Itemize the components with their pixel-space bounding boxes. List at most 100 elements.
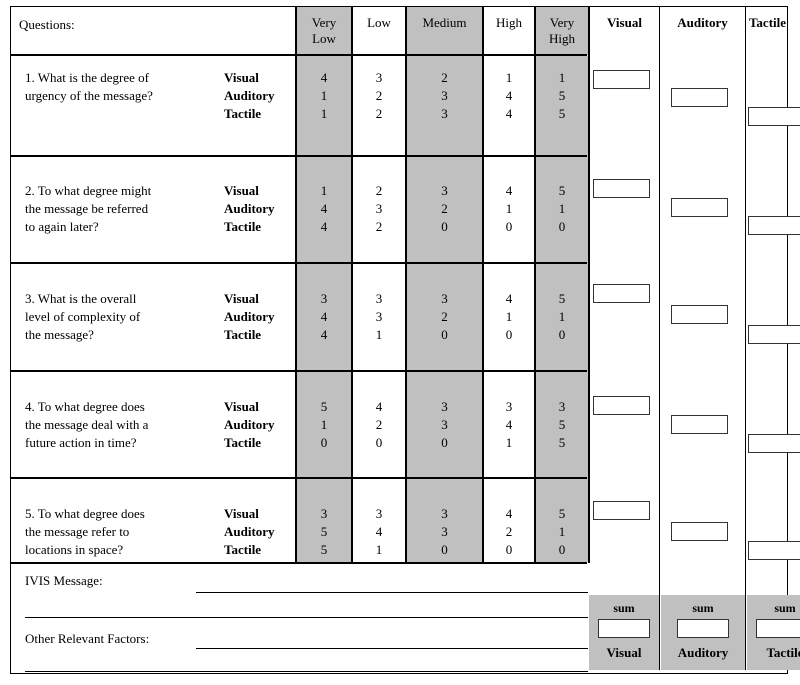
questions-column-header: Questions: (19, 17, 75, 32)
question-text-2: 2. To what degree might the message be r… (25, 183, 152, 234)
ivis-message-line-2[interactable] (25, 617, 588, 618)
modality-header-tactile: Tactile (748, 15, 787, 30)
rating-value: 5 (558, 88, 566, 103)
vrule-scale-right (588, 7, 590, 563)
ratings-q3-low: 3 3 1 (353, 290, 405, 344)
other-factors-line-1[interactable] (196, 648, 588, 649)
rating-value: 1 (320, 88, 328, 103)
row-rule-5 (11, 562, 587, 564)
answer-box-q1-tactile[interactable] (748, 107, 800, 126)
ratings-q2-medium: 3 2 0 (407, 182, 482, 236)
answer-box-q2-visual[interactable] (593, 179, 650, 198)
answer-box-q5-visual[interactable] (593, 501, 650, 520)
rating-value: 5 (558, 506, 566, 521)
rating-value: 0 (320, 435, 328, 450)
sum-label-tactile: sum (774, 601, 796, 615)
rating-value: 2 (441, 70, 448, 85)
rating-value: 5 (558, 435, 566, 450)
ratings-q1-medium: 2 3 3 (407, 69, 482, 123)
rating-value: 1 (505, 309, 513, 324)
answer-box-q3-visual[interactable] (593, 284, 650, 303)
ratings-q1-very-high: 1 5 5 (536, 69, 588, 123)
sum-label-auditory: sum (692, 601, 714, 615)
rating-value: 3 (441, 88, 448, 103)
vrule-auditory-tactile (745, 7, 746, 621)
ratings-q5-very-high: 5 1 0 (536, 505, 588, 559)
rating-value: 0 (441, 219, 448, 234)
rating-value: 1 (375, 542, 383, 557)
ratings-q5-medium: 3 3 0 (407, 505, 482, 559)
ratings-q4-very-high: 3 5 5 (536, 398, 588, 452)
answer-box-q3-tactile[interactable] (748, 325, 800, 344)
ratings-q2-high: 4 1 0 (484, 182, 534, 236)
rating-value: 0 (441, 435, 448, 450)
rating-value: 2 (441, 309, 448, 324)
rating-value: 4 (320, 70, 328, 85)
rating-value: 3 (441, 106, 448, 121)
question-modalities-2: Visual Auditory Tactile (224, 183, 275, 234)
assessment-form-sheet: Questions: Very Low Low Medium High Very… (10, 6, 800, 674)
rating-value: 1 (505, 435, 513, 450)
rating-value: 0 (505, 542, 513, 557)
rating-value: 4 (320, 219, 328, 234)
answer-box-q3-auditory[interactable] (671, 305, 728, 324)
question-text-4: 4. To what degree does the message deal … (25, 399, 149, 450)
rating-value: 0 (441, 542, 448, 557)
rating-value: 5 (320, 399, 328, 414)
answer-box-q2-auditory[interactable] (671, 198, 728, 217)
rating-value: 4 (375, 524, 383, 539)
rating-value: 1 (320, 183, 328, 198)
answer-box-q2-tactile[interactable] (748, 216, 800, 235)
rating-value: 1 (505, 201, 513, 216)
answer-box-q4-tactile[interactable] (748, 434, 800, 453)
sum-panel-auditory: sum Auditory (661, 595, 745, 670)
ratings-q4-low: 4 2 0 (353, 398, 405, 452)
question-text-3: 3. What is the overall level of complexi… (25, 291, 141, 342)
rating-value: 5 (558, 183, 566, 198)
other-factors-line-2[interactable] (25, 671, 588, 672)
sum-box-tactile[interactable] (756, 619, 800, 638)
rating-value: 5 (320, 524, 328, 539)
ratings-q4-medium: 3 3 0 (407, 398, 482, 452)
question-modalities-4: Visual Auditory Tactile (224, 399, 275, 450)
other-factors-label: Other Relevant Factors: (25, 631, 150, 646)
rating-value: 4 (505, 291, 513, 306)
rating-value: 0 (558, 542, 566, 557)
answer-box-q5-tactile[interactable] (748, 541, 800, 560)
answer-box-q5-auditory[interactable] (671, 522, 728, 541)
rating-value: 1 (505, 70, 513, 85)
answer-box-q4-visual[interactable] (593, 396, 650, 415)
ratings-q2-very-high: 5 1 0 (536, 182, 588, 236)
rating-value: 0 (375, 435, 383, 450)
rating-value: 5 (320, 542, 328, 557)
ratings-q3-high: 4 1 0 (484, 290, 534, 344)
rating-value: 1 (558, 524, 566, 539)
rating-value: 3 (441, 291, 448, 306)
rating-value: 0 (505, 219, 513, 234)
rating-value: 1 (375, 327, 383, 342)
answer-box-q1-auditory[interactable] (671, 88, 728, 107)
rating-value: 3 (375, 309, 383, 324)
ratings-q3-very-high: 5 1 0 (536, 290, 588, 344)
answer-box-q4-auditory[interactable] (671, 415, 728, 434)
rating-value: 4 (505, 506, 513, 521)
vrule-visual-auditory (659, 7, 660, 621)
sum-box-visual[interactable] (598, 619, 650, 638)
vrule-sum-auditory-tactile (745, 595, 746, 670)
ratings-q2-very-low: 1 4 4 (297, 182, 351, 236)
ratings-q5-very-low: 3 5 5 (297, 505, 351, 559)
rating-value: 0 (558, 327, 566, 342)
rating-value: 3 (441, 183, 448, 198)
rating-value: 1 (320, 417, 328, 432)
sum-box-auditory[interactable] (677, 619, 729, 638)
ivis-message-line-1[interactable] (196, 592, 588, 593)
sum-name-tactile: Tactile (766, 645, 800, 660)
rating-value: 1 (320, 106, 328, 121)
rating-value: 4 (505, 417, 513, 432)
scale-header-very-high: Very High (549, 15, 575, 46)
answer-box-q1-visual[interactable] (593, 70, 650, 89)
rating-value: 2 (505, 524, 513, 539)
rating-value: 3 (375, 291, 383, 306)
rating-value: 4 (320, 327, 328, 342)
row-rule-1 (11, 155, 587, 157)
